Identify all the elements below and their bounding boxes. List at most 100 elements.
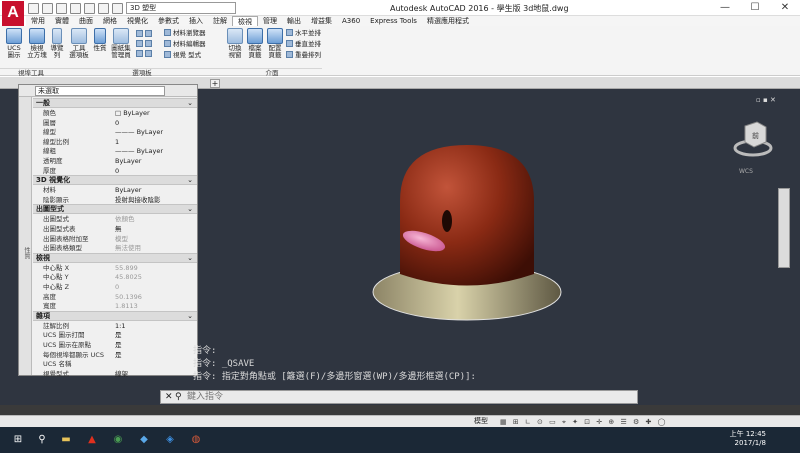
property-row[interactable]: 出圖表格類型 無法使用 [33, 243, 197, 253]
group-palettes[interactable]: 選項板 [62, 68, 222, 77]
group-interface[interactable]: 介面 [222, 68, 322, 77]
ribbon-tab[interactable]: 精選應用程式 [422, 16, 474, 26]
status-toggles[interactable]: ▦ ⊞ ∟ ⊙ ▭ ⌖ ✦ ⊡ ✛ ⊕ ☰ ⚙ ✚ ◯ [500, 418, 796, 426]
small-tool-icon[interactable] [145, 50, 152, 57]
property-row[interactable]: UCS 圖示在原點 是 [33, 340, 197, 350]
collapse-icon[interactable]: ⌄ [187, 176, 193, 184]
collapse-icon[interactable]: ⌄ [187, 205, 193, 213]
visual-style-button[interactable]: 視覺 型式 [164, 51, 201, 60]
viewcube-button[interactable]: 檢視 立方塊 [27, 28, 47, 59]
property-row[interactable]: 出圖表格附加至 模型 [33, 234, 197, 244]
ribbon-tab[interactable]: 插入 [184, 16, 208, 26]
app-icon[interactable]: ◆ [136, 432, 152, 448]
group-viewport-tools[interactable]: 視埠工具 [0, 68, 62, 77]
property-row[interactable]: 高度 50.1396 [33, 292, 197, 302]
collapse-icon[interactable]: ⌄ [187, 99, 193, 107]
chrome-icon[interactable]: ◉ [110, 432, 126, 448]
wcs-label[interactable]: WCS [739, 168, 753, 175]
collapse-icon[interactable]: ⌄ [187, 312, 193, 320]
ribbon-tab[interactable]: A360 [337, 16, 365, 26]
collapse-icon[interactable]: ⌄ [187, 254, 193, 262]
command-line[interactable]: ✕ ⚲ 鍵入指令 [160, 390, 638, 404]
property-row[interactable]: 出圖型式表 無 [33, 224, 197, 234]
cascade-button[interactable]: 重疊排列 [286, 51, 321, 60]
redo-icon[interactable] [112, 2, 123, 14]
property-section-header[interactable]: 檢視 ⌄ [33, 252, 197, 263]
search-icon[interactable]: ⚲ [34, 432, 50, 448]
property-row[interactable]: 圖層 0 [33, 118, 197, 128]
customize-icon[interactable]: ⚲ [175, 392, 182, 403]
new-tab-button[interactable]: + [210, 79, 220, 88]
property-row[interactable]: 線粗 ——— ByLayer [33, 146, 197, 156]
command-input[interactable]: 鍵入指令 [187, 392, 223, 403]
property-section-header[interactable]: 出圖型式 ⌄ [33, 204, 197, 215]
tile-horizontal-button[interactable]: 水平並排 [286, 29, 321, 38]
property-section-header[interactable]: 一般 ⌄ [33, 98, 197, 108]
ribbon-tab[interactable]: 輸出 [282, 16, 306, 26]
layout-tabs-button[interactable]: 配置 頁籤 [266, 28, 284, 59]
autocad-icon[interactable]: ▲ [84, 432, 100, 448]
ucs-icon-button[interactable]: UCS 圖示 [4, 28, 24, 59]
file-tabs-button[interactable]: 檔案 頁籤 [246, 28, 264, 59]
save-icon[interactable] [56, 2, 67, 14]
maximize-button[interactable]: ☐ [740, 0, 770, 16]
property-section-header[interactable]: 3D 視覺化 ⌄ [33, 175, 197, 186]
property-row[interactable]: 每個視埠都顯示 UCS 是 [33, 350, 197, 360]
property-row[interactable]: 出圖型式 依顏色 [33, 214, 197, 224]
ribbon-tab[interactable]: 曲面 [74, 16, 98, 26]
small-tool-icon[interactable] [136, 50, 143, 57]
property-row[interactable]: 材料 ByLayer [33, 185, 197, 195]
ribbon-tab[interactable]: 管理 [258, 16, 282, 26]
system-clock[interactable]: 上午 12:45 2017/1/8 [730, 430, 766, 448]
ribbon-tab[interactable]: 註解 [208, 16, 232, 26]
property-row[interactable]: 中心點 Y 45.8025 [33, 272, 197, 282]
properties-button[interactable]: 性質 [92, 28, 108, 52]
property-row[interactable]: 線型比例 1 [33, 137, 197, 147]
small-tool-icon[interactable] [136, 40, 143, 47]
property-row[interactable]: 陰影顯示 投射與接收陰影 [33, 195, 197, 205]
small-tool-icon[interactable] [136, 30, 143, 37]
property-row[interactable]: 厚度 0 [33, 166, 197, 176]
switch-windows-button[interactable]: 切換 視窗 [226, 28, 244, 59]
property-section-header[interactable]: 雜項 ⌄ [33, 310, 197, 321]
app-menu-button[interactable]: A [2, 1, 24, 27]
undo-icon[interactable] [98, 2, 109, 14]
minimize-button[interactable]: — [710, 0, 740, 16]
tool-palettes-button[interactable]: 工具 選項板 [69, 28, 89, 59]
property-row[interactable]: 註解比例 1:1 [33, 321, 197, 331]
sheetset-button[interactable]: 圖紙集 管理員 [110, 28, 132, 59]
property-row[interactable]: UCS 名稱 [33, 359, 197, 369]
property-row[interactable]: 透明度 ByLayer [33, 156, 197, 166]
viewcube[interactable]: 前 WCS [733, 118, 773, 178]
ribbon-tab[interactable]: 網格 [98, 16, 122, 26]
property-row[interactable]: 視覺型式 線架 [33, 369, 197, 379]
file-explorer-icon[interactable]: ▬ [58, 432, 74, 448]
property-row[interactable]: 中心點 X 55.899 [33, 263, 197, 273]
small-tool-icon[interactable] [145, 30, 152, 37]
app-icon-2[interactable]: ◍ [188, 432, 204, 448]
object-select[interactable]: 未選取 [35, 86, 165, 96]
property-row[interactable]: 顏色 □ ByLayer [33, 108, 197, 118]
open-icon[interactable] [42, 2, 53, 14]
navigation-bar[interactable] [778, 188, 790, 268]
property-row[interactable]: UCS 圖示打開 是 [33, 330, 197, 340]
property-row[interactable]: 寬度 1.8113 [33, 301, 197, 311]
workspace-select[interactable]: 3D 塑型 [126, 2, 236, 14]
materials-editor-button[interactable]: 材料編輯器 [164, 40, 206, 49]
ribbon-tab[interactable]: Express Tools [365, 16, 422, 26]
tile-vertical-button[interactable]: 垂直並排 [286, 40, 321, 49]
small-tool-icon[interactable] [145, 40, 152, 47]
ribbon-tab[interactable]: 實體 [50, 16, 74, 26]
viewport-controls[interactable]: ▫ ▪ ✕ [756, 96, 776, 104]
ribbon-tab[interactable]: 檢視 [232, 15, 258, 27]
property-row[interactable]: 線型 ——— ByLayer [33, 127, 197, 137]
save-as-icon[interactable] [70, 2, 81, 14]
ribbon-tab[interactable]: 增益集 [306, 16, 337, 26]
ribbon-tab[interactable]: 視覺化 [122, 16, 153, 26]
property-row[interactable]: 中心點 Z 0 [33, 282, 197, 292]
dropbox-icon[interactable]: ◈ [162, 432, 178, 448]
ribbon-tab[interactable]: 參數式 [153, 16, 184, 26]
close-button[interactable]: ✕ [770, 0, 800, 16]
ribbon-tab[interactable]: 常用 [26, 16, 50, 26]
new-icon[interactable] [28, 2, 39, 14]
